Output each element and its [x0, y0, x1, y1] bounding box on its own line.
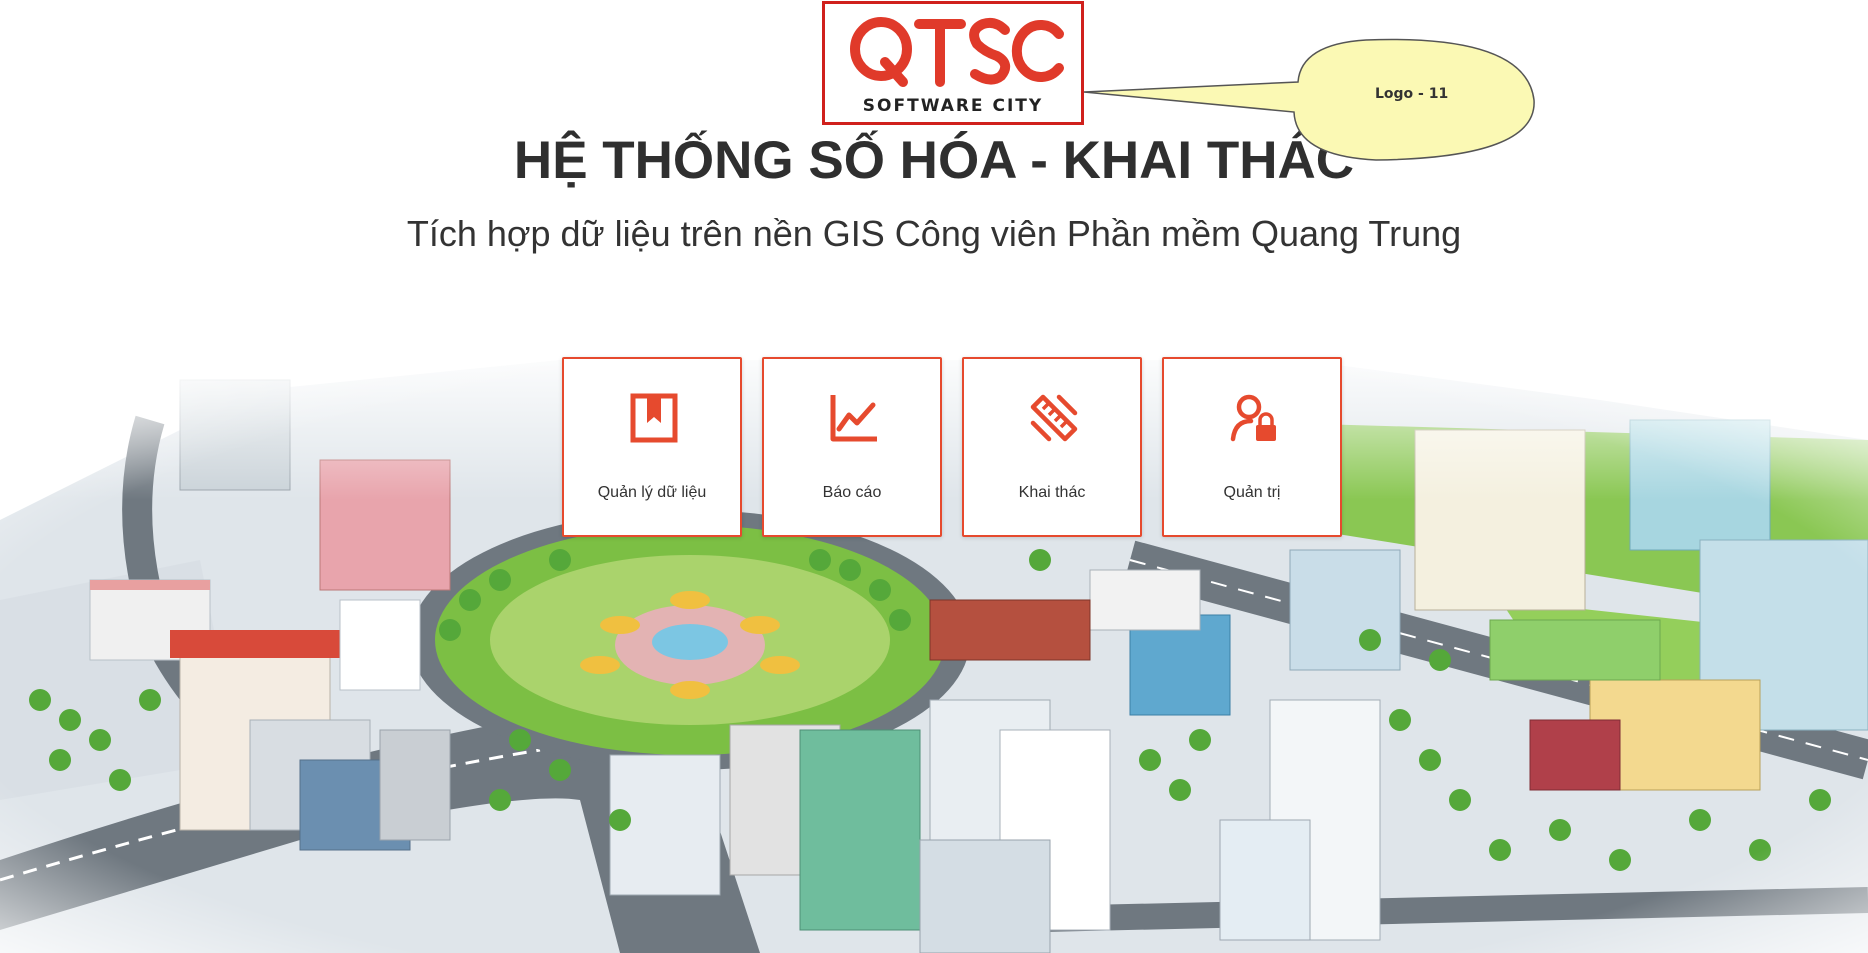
pencil-ruler-icon [1030, 394, 1078, 442]
page-title: HỆ THỐNG SỐ HÓA - KHAI THÁC [513, 131, 1355, 190]
logo-annotation-callout [1083, 38, 1535, 161]
callout-label: Logo - 11 [1375, 86, 1449, 102]
line-chart-icon [830, 395, 877, 442]
page-subtitle: Tích hợp dữ liệu trên nền GIS Công viên … [406, 213, 1462, 254]
menu-card-label: Quản lý dữ liệu [597, 484, 707, 501]
user-lock-icon [1230, 394, 1276, 442]
menu-card-reports[interactable]: Báo cáo [762, 357, 942, 537]
menu-card-administration[interactable]: Quản trị [1162, 357, 1342, 537]
logo-subtitle: SOFTWARE CITY [862, 96, 1044, 116]
qtsc-logo[interactable]: SOFTWARE CITY [822, 1, 1084, 125]
bookmark-book-icon [630, 393, 678, 443]
qtsc-logo-mark [850, 16, 1064, 87]
menu-card-exploitation[interactable]: Khai thác [962, 357, 1142, 537]
menu-card-data-management[interactable]: Quản lý dữ liệu [562, 357, 742, 537]
menu-card-label: Báo cáo [822, 484, 882, 501]
menu-card-label: Quản trị [1223, 484, 1281, 501]
menu-card-label: Khai thác [1018, 484, 1086, 501]
